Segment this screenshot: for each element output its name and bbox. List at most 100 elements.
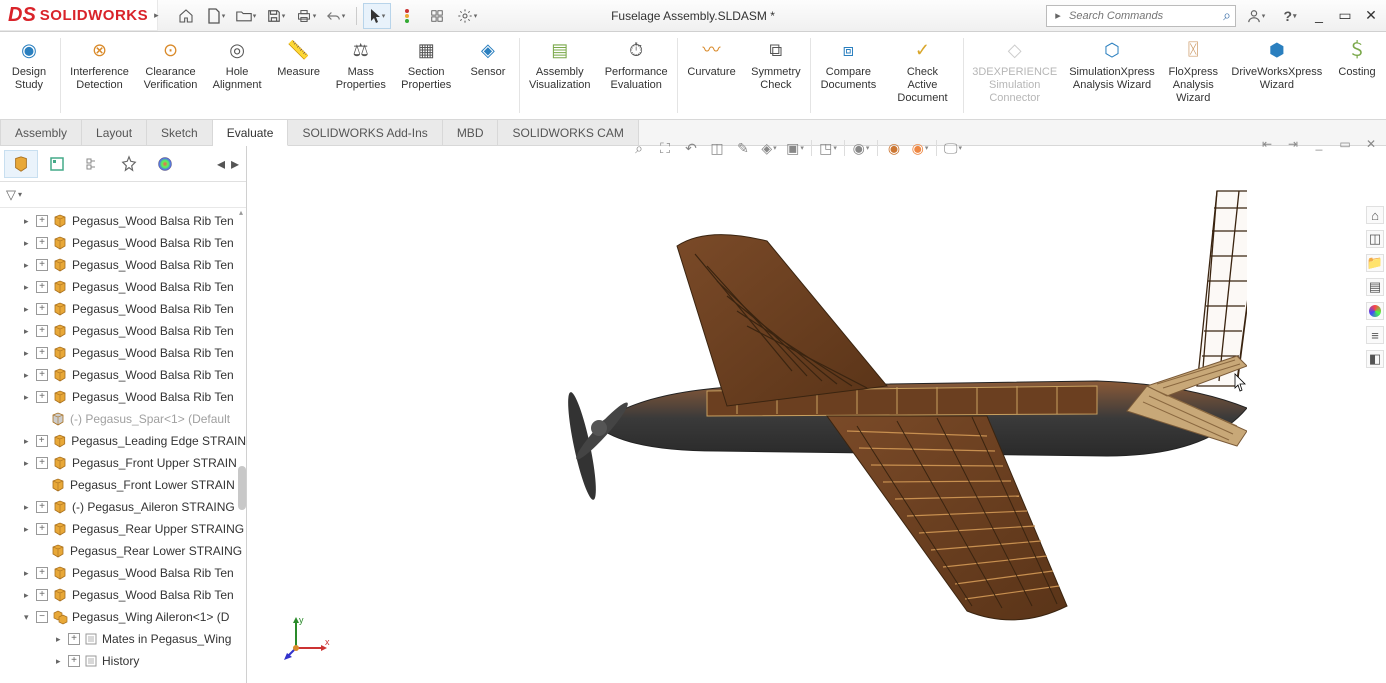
tree-caret[interactable]: ▸ xyxy=(24,282,34,293)
tree-expand-icon[interactable]: + xyxy=(36,325,48,337)
tree-expand-icon[interactable]: + xyxy=(36,457,48,469)
vp-collapse-left[interactable]: ⇤ xyxy=(1256,134,1278,154)
tree-caret[interactable]: ▸ xyxy=(24,348,34,359)
tree-expand-icon[interactable]: + xyxy=(36,435,48,447)
tree-item[interactable]: ▸+History xyxy=(0,650,246,672)
tree-item[interactable]: ▸+Pegasus_Leading Edge STRAIN xyxy=(0,430,246,452)
new-button[interactable]: ▾ xyxy=(202,3,230,29)
tree-caret[interactable]: ▾ xyxy=(24,612,34,623)
home-button[interactable] xyxy=(172,3,200,29)
taskpane-custom-icon[interactable]: ◧ xyxy=(1366,350,1384,368)
tree-item[interactable]: ▸+Pegasus_Wood Balsa Rib Ten xyxy=(0,232,246,254)
taskpane-resources-icon[interactable]: ◫ xyxy=(1366,230,1384,248)
ribbon-assembly[interactable]: ▤AssemblyVisualization xyxy=(522,32,598,119)
tree-expand-icon[interactable]: + xyxy=(36,281,48,293)
app-menu-caret[interactable]: ▸ xyxy=(154,10,159,21)
tab-solidworks-cam[interactable]: SOLIDWORKS CAM xyxy=(498,120,638,145)
tree-expand-icon[interactable]: + xyxy=(36,259,48,271)
minimize-button[interactable]: _ xyxy=(1310,7,1328,24)
save-button[interactable]: ▾ xyxy=(262,3,290,29)
ribbon-section[interactable]: ▦SectionProperties xyxy=(393,32,458,119)
tree-caret[interactable]: ▸ xyxy=(24,260,34,271)
tab-solidworks-add-ins[interactable]: SOLIDWORKS Add-Ins xyxy=(288,120,442,145)
ribbon-sensor[interactable]: ◈Sensor xyxy=(459,32,517,119)
tree-item[interactable]: ▸+(-) Pegasus_Aileron STRAING xyxy=(0,496,246,518)
tree-scrollbar-thumb[interactable] xyxy=(238,466,246,510)
configuration-tab[interactable] xyxy=(76,150,110,178)
tree-item[interactable]: (-) Pegasus_Spar<1> (Default xyxy=(0,408,246,430)
tree-filter[interactable]: ▽ ▾ xyxy=(0,182,246,208)
dimxpert-tab[interactable] xyxy=(112,150,146,178)
ribbon-performance[interactable]: ⏱PerformanceEvaluation xyxy=(598,32,675,119)
tree-item[interactable]: Pegasus_Front Lower STRAIN xyxy=(0,474,246,496)
tree-item[interactable]: ▸+Pegasus_Wood Balsa Rib Ten xyxy=(0,276,246,298)
tab-evaluate[interactable]: Evaluate xyxy=(213,120,289,146)
options-button[interactable] xyxy=(423,3,451,29)
tab-assembly[interactable]: Assembly xyxy=(0,120,82,145)
tree-item[interactable]: ▸+Mates in Pegasus_Wing xyxy=(0,628,246,650)
vp-collapse-right[interactable]: ⇥ xyxy=(1282,134,1304,154)
vp-close[interactable]: ✕ xyxy=(1360,134,1382,154)
tree-caret[interactable]: ▸ xyxy=(24,216,34,227)
tree-expand-icon[interactable]: + xyxy=(36,215,48,227)
undo-button[interactable]: ▾ xyxy=(322,3,350,29)
tab-sketch[interactable]: Sketch xyxy=(147,120,213,145)
tree-expand-icon[interactable]: + xyxy=(36,347,48,359)
tree-expand-icon[interactable]: + xyxy=(36,589,48,601)
feature-tree[interactable]: ▸+Pegasus_Wood Balsa Rib Ten▸+Pegasus_Wo… xyxy=(0,208,246,683)
tree-item[interactable]: Pegasus_Rear Lower STRAING xyxy=(0,540,246,562)
help-button[interactable]: ?▾ xyxy=(1276,3,1304,29)
user-button[interactable]: ▾ xyxy=(1242,3,1270,29)
panel-nav-right[interactable]: ▸ xyxy=(228,150,242,178)
ribbon-driveworksxpress[interactable]: ⬢DriveWorksXpressWizard xyxy=(1226,32,1328,119)
tree-item[interactable]: ▸+Pegasus_Wood Balsa Rib Ten xyxy=(0,364,246,386)
search-input[interactable] xyxy=(1065,10,1223,22)
tree-caret[interactable]: ▸ xyxy=(24,502,34,513)
tree-expand-icon[interactable]: + xyxy=(36,501,48,513)
tree-item[interactable]: ▸+Pegasus_Wood Balsa Rib Ten xyxy=(0,342,246,364)
tree-item[interactable]: ▸+Pegasus_Rear Upper STRAING xyxy=(0,518,246,540)
tree-caret[interactable]: ▸ xyxy=(24,392,34,403)
open-button[interactable]: ▾ xyxy=(232,3,260,29)
tree-expand-icon[interactable]: − xyxy=(36,611,48,623)
panel-nav-left[interactable]: ◂ xyxy=(214,150,228,178)
tree-caret[interactable]: ▸ xyxy=(24,458,34,469)
tree-expand-icon[interactable]: + xyxy=(36,237,48,249)
tree-expand-icon[interactable]: + xyxy=(68,655,80,667)
tab-mbd[interactable]: MBD xyxy=(443,120,499,145)
ribbon-mass[interactable]: ⚖MassProperties xyxy=(328,32,393,119)
ribbon-hole[interactable]: ◎HoleAlignment xyxy=(205,32,269,119)
print-button[interactable]: ▾ xyxy=(292,3,320,29)
vp-minimize[interactable]: _ xyxy=(1308,134,1330,154)
app-logo[interactable]: DS SOLIDWORKS ▸ xyxy=(0,0,158,31)
taskpane-view-palette-icon[interactable] xyxy=(1366,302,1384,320)
tree-item[interactable]: ▾−Pegasus_Wing Aileron<1> (D xyxy=(0,606,246,628)
property-manager-tab[interactable] xyxy=(40,150,74,178)
search-icon[interactable]: ⌕ xyxy=(1223,7,1231,24)
tree-item[interactable]: ▸+Pegasus_Wood Balsa Rib Ten xyxy=(0,210,246,232)
ribbon-symmetry[interactable]: ⧉SymmetryCheck xyxy=(743,32,808,119)
tree-expand-icon[interactable]: + xyxy=(36,391,48,403)
ribbon-curvature[interactable]: 〰Curvature xyxy=(680,32,744,119)
ribbon-interference[interactable]: ⊗InterferenceDetection xyxy=(63,32,136,119)
tree-caret[interactable]: ▸ xyxy=(24,370,34,381)
tree-item[interactable]: ▸+Pegasus_Front Upper STRAIN xyxy=(0,452,246,474)
tree-expand-icon[interactable]: + xyxy=(36,567,48,579)
ribbon-simulationxpress[interactable]: ⬡SimulationXpressAnalysis Wizard xyxy=(1063,32,1161,119)
tree-caret[interactable]: ▸ xyxy=(24,568,34,579)
ribbon-check-active[interactable]: ✓Check ActiveDocument xyxy=(884,32,962,119)
tree-item[interactable]: ▸+Pegasus_Wood Balsa Rib Ten xyxy=(0,386,246,408)
tree-item[interactable]: ▸+Pegasus_Wood Balsa Rib Ten xyxy=(0,562,246,584)
settings-button[interactable]: ▾ xyxy=(453,3,481,29)
tree-expand-icon[interactable]: + xyxy=(36,303,48,315)
view-triad[interactable]: y x xyxy=(281,613,331,663)
tree-item[interactable]: ▸+Pegasus_Wood Balsa Rib Ten xyxy=(0,254,246,276)
tree-caret[interactable]: ▸ xyxy=(24,524,34,535)
tree-item[interactable]: ▸+Pegasus_Wood Balsa Rib Ten xyxy=(0,584,246,606)
search-commands[interactable]: ▸ ⌕ xyxy=(1046,5,1236,27)
display-tab[interactable] xyxy=(148,150,182,178)
model-view[interactable] xyxy=(427,156,1247,636)
tree-caret[interactable]: ▸ xyxy=(24,326,34,337)
tree-item[interactable]: ▸+Pegasus_Wood Balsa Rib Ten xyxy=(0,320,246,342)
tree-caret[interactable]: ▸ xyxy=(56,634,66,645)
